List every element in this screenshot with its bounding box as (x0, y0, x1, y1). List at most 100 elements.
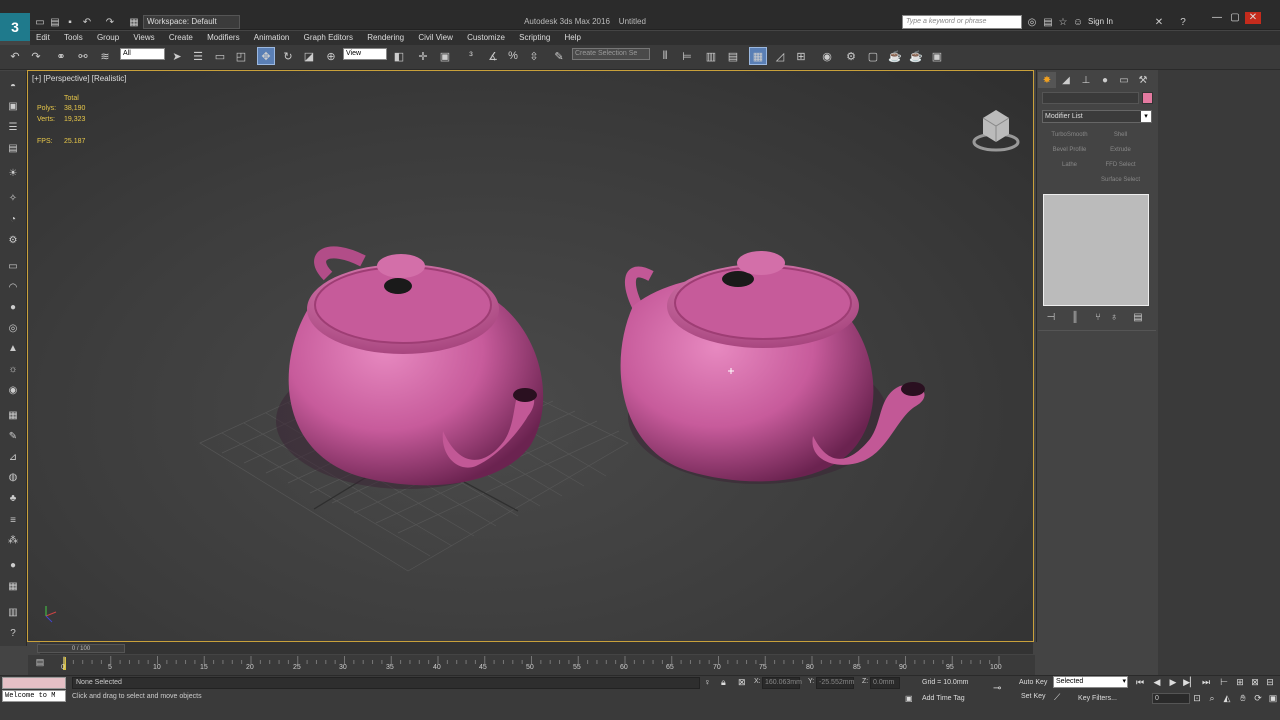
geosphere-icon[interactable]: ◉ (5, 383, 21, 397)
snaps-toggle-icon[interactable]: ³ (462, 47, 480, 65)
create-selection-set-dropdown[interactable]: Create Selection Se (572, 48, 650, 60)
menu-animation[interactable]: Animation (248, 31, 296, 45)
maxscript-listener[interactable] (2, 677, 66, 689)
app-logo-button[interactable]: 3 (0, 13, 30, 41)
help-icon[interactable]: ? (5, 626, 21, 640)
time-slider-track[interactable] (40, 642, 1033, 654)
auto-key-button[interactable]: Auto Key (1019, 679, 1047, 686)
key-mode-dropdown[interactable]: Selected ▾ (1053, 676, 1128, 688)
key-icon[interactable]: ⊸ (993, 683, 1011, 694)
perspective-viewport[interactable]: [+] [Perspective] [Realistic] Total Poly… (27, 70, 1034, 642)
isolate-selection-icon[interactable]: ♀ (704, 677, 714, 687)
help-icon[interactable]: ? (1176, 15, 1190, 29)
key-filters-button[interactable]: Key Filters... (1065, 693, 1130, 705)
rectangular-selection-icon[interactable]: ▭ (211, 47, 229, 65)
space-warp-icon[interactable]: ◔ (5, 212, 21, 226)
extrude-button[interactable]: Extrude (1096, 144, 1145, 157)
foliage-icon[interactable]: ♣ (5, 491, 21, 505)
minimize-button[interactable]: — (1209, 12, 1225, 24)
render-setup-icon[interactable]: ⚙ (842, 47, 860, 65)
subscription-icon[interactable]: ▤ (1041, 15, 1055, 29)
mini-curve-editor-icon[interactable]: ▤ (32, 657, 48, 669)
render-in-cloud-icon[interactable]: ▣ (928, 47, 946, 65)
window-crossing-icon[interactable]: ◰ (232, 47, 250, 65)
select-and-rotate-icon[interactable]: ↻ (279, 47, 297, 65)
material-editor-icon[interactable]: ◉ (818, 47, 836, 65)
list-icon[interactable]: ☰ (5, 120, 21, 134)
y-coordinate-field[interactable]: -25.552mm (816, 677, 854, 689)
binoculars-icon[interactable]: ◎ (1025, 15, 1039, 29)
menu-scripting[interactable]: Scripting (513, 31, 556, 45)
set-key-label[interactable]: Set Key (1021, 693, 1046, 700)
menu-tools[interactable]: Tools (58, 31, 89, 45)
sun-icon[interactable]: ☼ (5, 362, 21, 376)
surface-select-button[interactable]: Surface Select (1096, 174, 1145, 187)
link-icon[interactable]: ⚭ (52, 47, 70, 65)
ffd-select-button[interactable]: FFD Select (1096, 159, 1145, 172)
remove-modifier-icon[interactable]: ♁ (1106, 311, 1122, 325)
time-tag-icon[interactable]: ▣ (905, 694, 915, 703)
zoom-all-icon[interactable]: ⊠ (1248, 676, 1262, 688)
select-object-icon[interactable]: ➤ (168, 47, 186, 65)
utility-icon[interactable]: ▥ (5, 605, 21, 619)
light-icon[interactable]: ☀ (5, 166, 21, 180)
layer-manager-icon[interactable]: ▥ (702, 47, 720, 65)
save-icon[interactable]: ▪ (63, 15, 77, 29)
viewport-sphere-icon[interactable]: ● (5, 558, 21, 572)
render-production-icon[interactable]: ☕ (886, 47, 904, 65)
maximize-button[interactable]: ▢ (1227, 12, 1243, 24)
absolute-mode-icon[interactable]: ⊠ (738, 677, 748, 688)
selection-lock-icon[interactable]: 🔒︎ (721, 677, 731, 688)
modify-tab-icon[interactable]: ◢ (1057, 72, 1075, 88)
layer-icon[interactable]: ▣ (5, 99, 21, 113)
go-to-end-icon[interactable]: ⏭ (1199, 676, 1213, 688)
unlink-icon[interactable]: ⚯ (74, 47, 92, 65)
go-to-start-icon[interactable]: ⏮ (1133, 676, 1147, 688)
selection-filter-dropdown[interactable]: All (120, 48, 165, 60)
menu-customize[interactable]: Customize (461, 31, 511, 45)
undo-icon[interactable]: ↶ (6, 47, 24, 65)
select-and-scale-icon[interactable]: ◪ (300, 47, 318, 65)
sign-in-link[interactable]: Sign In (1088, 17, 1113, 26)
object-color-swatch[interactable] (1142, 92, 1153, 104)
close-button[interactable]: ✕ (1245, 12, 1261, 24)
align-icon[interactable]: ⊨ (678, 47, 696, 65)
exchange-icon[interactable]: ✕ (1152, 15, 1166, 29)
menu-create[interactable]: Create (163, 31, 199, 45)
object-name-field[interactable] (1042, 92, 1139, 104)
new-file-icon[interactable]: ▭ (33, 15, 47, 29)
redo-icon[interactable]: ↷ (27, 47, 45, 65)
particle-icon[interactable]: ⁂ (5, 533, 21, 547)
edit-named-selection-icon[interactable]: ✎ (550, 47, 568, 65)
modifier-list-dropdown[interactable]: Modifier List ▾ (1042, 110, 1152, 123)
scene-explorer-icon[interactable]: ◓ (5, 79, 21, 93)
angle-snap-icon[interactable]: ∡ (484, 47, 502, 65)
percent-snap-icon[interactable]: % (504, 47, 522, 65)
hierarchy-tab-icon[interactable]: ⊥ (1077, 72, 1095, 88)
menu-edit[interactable]: Edit (30, 31, 56, 45)
select-and-place-icon[interactable]: ⊕ (322, 47, 340, 65)
show-end-result-icon[interactable]: ║ (1067, 311, 1083, 325)
maximize-toggle-icon[interactable]: ▣ (1266, 692, 1280, 704)
hair-icon[interactable]: ≡ (5, 513, 21, 527)
modifier-stack[interactable] (1043, 194, 1149, 306)
torus-icon[interactable]: ◎ (5, 321, 21, 335)
pin-stack-icon[interactable]: ⊣ (1043, 311, 1059, 325)
open-file-icon[interactable]: ▤ (48, 15, 62, 29)
grid-icon[interactable]: ▦ (5, 408, 21, 422)
zoom-extents-icon[interactable]: ⊞ (1233, 676, 1247, 688)
menu-modifiers[interactable]: Modifiers (201, 31, 245, 45)
hemisphere-icon[interactable]: ◠ (5, 280, 21, 294)
ruler-icon[interactable]: ⊿ (5, 450, 21, 464)
current-frame-field[interactable]: 0 (1152, 693, 1190, 704)
project-folder-icon[interactable]: ▦ (127, 15, 141, 29)
play-icon[interactable]: ▶ (1166, 676, 1180, 688)
keyboard-shortcut-override-icon[interactable]: ▣ (436, 47, 454, 65)
box-icon[interactable]: ▭ (5, 259, 21, 273)
state-sets-icon[interactable]: ▦ (5, 579, 21, 593)
motion-tab-icon[interactable]: ● (1096, 72, 1114, 88)
sphere-icon[interactable]: ● (5, 300, 21, 314)
zoom-icon[interactable]: ⌕ (1205, 692, 1219, 704)
create-tab-icon[interactable]: ✸ (1038, 72, 1056, 88)
select-and-move-icon[interactable]: ✥ (257, 47, 275, 65)
